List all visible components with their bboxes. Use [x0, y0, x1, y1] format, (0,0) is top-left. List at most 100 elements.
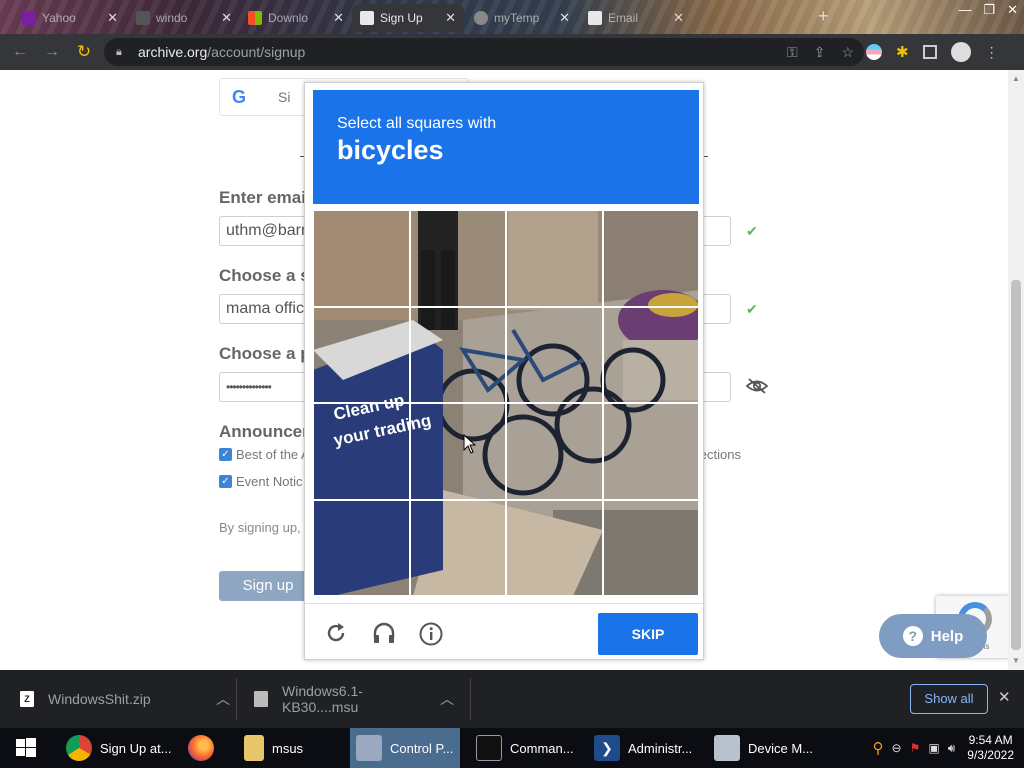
captcha-tile[interactable]: [506, 403, 603, 500]
back-icon[interactable]: ←: [4, 43, 36, 61]
show-password-eye-icon[interactable]: [745, 377, 769, 400]
bookmark-star-icon[interactable]: ☆: [841, 44, 854, 61]
avatar[interactable]: [950, 42, 971, 62]
taskbar-item-chrome[interactable]: Sign Up at...: [60, 728, 174, 768]
captcha-tile[interactable]: [506, 499, 603, 596]
lock-icon[interactable]: 🔒︎: [116, 46, 130, 59]
captcha-tile[interactable]: [506, 306, 603, 403]
captcha-tile[interactable]: [602, 499, 699, 596]
captcha-tile[interactable]: [602, 403, 699, 500]
download-shelf: Z WindowsShit.zip ︿ Windows6.1-KB30....m…: [0, 670, 1024, 728]
search-icon[interactable]: ⚲: [873, 739, 884, 757]
help-button[interactable]: ? Help: [879, 614, 987, 658]
device-manager-icon: [714, 735, 740, 761]
close-tab-icon[interactable]: ✕: [333, 10, 344, 26]
google-icon: G: [232, 86, 247, 107]
reload-challenge-icon[interactable]: [325, 622, 347, 649]
captcha-tile[interactable]: [409, 403, 506, 500]
scrollbar-thumb[interactable]: [1011, 280, 1021, 650]
info-icon[interactable]: [419, 622, 443, 651]
close-tab-icon[interactable]: ✕: [673, 10, 684, 26]
skip-button[interactable]: SKIP: [598, 613, 698, 655]
minus-circle-icon[interactable]: ⊖: [892, 741, 902, 755]
reload-icon[interactable]: ↻: [68, 42, 100, 62]
captcha-tile[interactable]: [409, 306, 506, 403]
captcha-tile[interactable]: [409, 210, 506, 307]
captcha-tile[interactable]: [602, 306, 699, 403]
close-tab-icon[interactable]: ✕: [559, 10, 570, 26]
browser-tab[interactable]: Downlo ✕: [240, 4, 352, 32]
taskbar-item-control-panel[interactable]: Control P...: [350, 728, 460, 768]
checkbox-checked[interactable]: ✓: [219, 448, 232, 461]
zip-file-icon: Z: [20, 691, 34, 707]
mouse-cursor-icon: [463, 434, 477, 454]
profile-extension-icon[interactable]: [866, 44, 882, 60]
volume-icon[interactable]: 🔊︎: [948, 741, 956, 756]
taskbar-item-device-manager[interactable]: Device M...: [708, 728, 818, 768]
browser-tab[interactable]: windo ✕: [128, 4, 240, 32]
close-window-icon[interactable]: ✕: [1007, 2, 1018, 18]
announcement-checkbox-row[interactable]: ✓ Best of the A: [219, 447, 310, 462]
url-path: /account/signup: [207, 44, 306, 60]
window-controls: — ❐ ✕: [958, 0, 1018, 18]
email-label: Enter email: [219, 188, 311, 207]
start-button[interactable]: [10, 728, 46, 768]
page-scrollbar[interactable]: ▲ ▼: [1008, 70, 1024, 670]
key-icon[interactable]: ⚿: [787, 44, 798, 61]
close-tab-icon[interactable]: ✕: [221, 10, 232, 26]
captcha-challenge-dialog: Select all squares with bicycles Clean u…: [304, 82, 704, 660]
announcement-checkbox-row[interactable]: ✓ Event Notic: [219, 474, 302, 489]
address-bar[interactable]: 🔒︎ archive.org/account/signup ⚿ ⇪ ☆: [104, 38, 864, 66]
captcha-tile[interactable]: [409, 499, 506, 596]
browser-tab[interactable]: myTemp ✕: [466, 4, 578, 32]
close-download-shelf-icon[interactable]: ✕: [998, 688, 1011, 706]
taskbar-item-powershell[interactable]: ❯ Administr...: [588, 728, 700, 768]
show-all-downloads-button[interactable]: Show all: [910, 684, 988, 714]
captcha-tile[interactable]: [313, 306, 410, 403]
taskbar-item-firefox[interactable]: [182, 728, 226, 768]
captcha-image-grid: Clean up your trading: [313, 210, 699, 596]
microsoft-icon: [248, 11, 262, 25]
download-item[interactable]: Z WindowsShit.zip ︿: [20, 670, 230, 728]
browser-tab[interactable]: Yahoo ✕: [14, 4, 126, 32]
forward-icon[interactable]: →: [36, 43, 68, 61]
action-center-flag-icon[interactable]: ⚑: [910, 741, 921, 755]
checkbox-checked[interactable]: ✓: [219, 475, 232, 488]
captcha-tile[interactable]: [506, 210, 603, 307]
valid-check-icon: ✔: [746, 301, 758, 317]
download-item[interactable]: Windows6.1-KB30....msu ︿: [254, 670, 454, 728]
captcha-tile[interactable]: [313, 403, 410, 500]
signup-button[interactable]: Sign up: [219, 571, 317, 601]
announcements-label: Announcem: [219, 422, 318, 441]
captcha-footer: SKIP: [305, 603, 703, 660]
close-tab-icon[interactable]: ✕: [107, 10, 118, 26]
chrome-icon: [66, 735, 92, 761]
restore-icon[interactable]: ❐: [983, 2, 995, 18]
network-icon[interactable]: ▣: [928, 741, 939, 755]
minimize-icon[interactable]: —: [958, 2, 971, 18]
captcha-target: bicycles: [337, 135, 444, 165]
puzzle-extensions-icon[interactable]: ✱: [896, 43, 909, 61]
clock[interactable]: 9:54 AM 9/3/2022: [967, 733, 1014, 763]
browser-tab-active[interactable]: Sign Up ✕: [352, 4, 464, 32]
menu-kebab-icon[interactable]: ⋮: [985, 44, 999, 61]
new-tab-icon[interactable]: +: [818, 6, 829, 27]
close-tab-icon[interactable]: ✕: [445, 10, 456, 26]
share-icon[interactable]: ⇪: [814, 44, 826, 61]
scroll-up-icon[interactable]: ▲: [1012, 74, 1020, 83]
scroll-down-icon[interactable]: ▼: [1012, 656, 1020, 665]
captcha-tile[interactable]: [313, 210, 410, 307]
captcha-tile[interactable]: [602, 210, 699, 307]
chevron-up-icon[interactable]: ︿: [216, 689, 230, 709]
firefox-icon: [188, 735, 214, 761]
side-panel-icon[interactable]: [922, 45, 937, 59]
url-domain: archive.org: [138, 44, 208, 60]
taskbar-item-command-prompt[interactable]: Comman...: [470, 728, 580, 768]
audio-challenge-icon[interactable]: [372, 622, 396, 649]
captcha-tile[interactable]: [313, 499, 410, 596]
archive-icon: [360, 11, 374, 25]
taskbar-item-msus[interactable]: msus: [238, 728, 338, 768]
browser-tab[interactable]: Email ✕: [580, 4, 692, 32]
chevron-up-icon[interactable]: ︿: [440, 689, 454, 709]
archive-icon: [588, 11, 602, 25]
